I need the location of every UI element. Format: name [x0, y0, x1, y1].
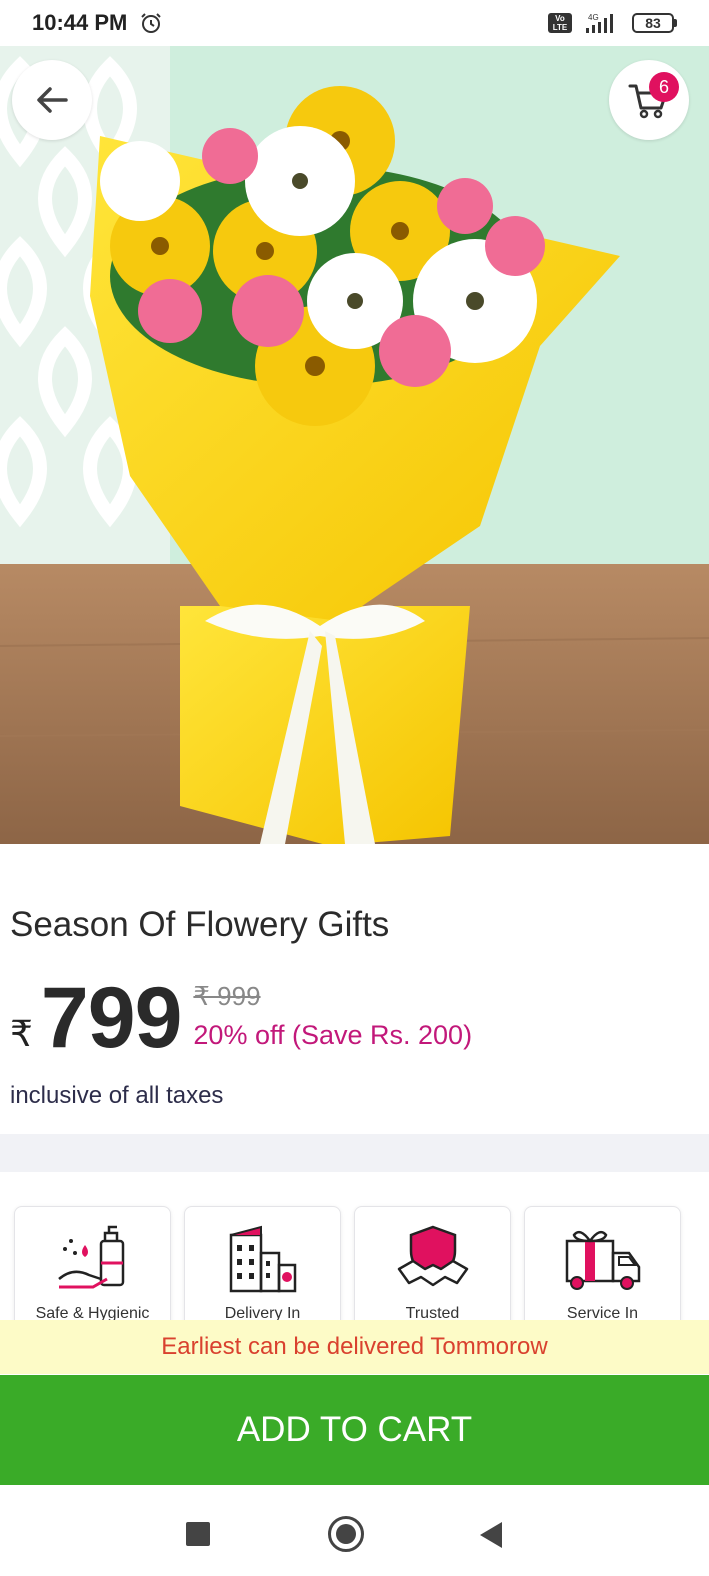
section-divider [0, 1134, 709, 1172]
alarm-clock-icon [141, 13, 162, 33]
cart-button[interactable]: 6 [609, 60, 689, 140]
delivery-estimate-bar: Earliest can be delivered Tommorow [0, 1320, 709, 1374]
status-icons: Vo LTE 4G 83 [548, 12, 677, 34]
currency-symbol: ₹ [10, 1013, 33, 1054]
recents-icon[interactable] [186, 1522, 210, 1546]
network-type-label: 4G [588, 13, 599, 22]
battery-icon: 83 [632, 13, 677, 33]
product-image: 6 [0, 46, 709, 844]
selling-price: 799 [40, 970, 182, 1066]
product-title: Season Of Flowery Gifts [10, 905, 390, 944]
handshake-shield-icon [397, 1225, 469, 1287]
status-bar: 10:44 PM Vo LTE 4G 83 [0, 0, 709, 46]
price-row: ₹ 799 ₹ 999 20% off (Save Rs. 200) [10, 975, 472, 1065]
signal-icon: 4G [586, 13, 613, 33]
gift-truck-icon [565, 1230, 641, 1290]
back-button[interactable] [12, 60, 92, 140]
original-price: ₹ 999 [193, 981, 261, 1011]
back-nav-icon[interactable] [480, 1522, 502, 1548]
flower-bouquet-image [0, 46, 709, 844]
price-details: ₹ 999 20% off (Save Rs. 200) [193, 981, 472, 1051]
system-nav-bar [0, 1486, 709, 1576]
home-icon[interactable] [328, 1516, 364, 1552]
discount-text: 20% off (Save Rs. 200) [193, 1020, 473, 1050]
add-to-cart-button[interactable]: ADD TO CART [0, 1375, 709, 1485]
arrow-left-icon [37, 87, 68, 113]
cart-count-badge: 6 [649, 72, 679, 102]
volte-icon: Vo LTE [548, 13, 572, 33]
tax-note: inclusive of all taxes [10, 1082, 224, 1109]
status-time: 10:44 PM [32, 10, 128, 35]
city-buildings-icon [229, 1225, 297, 1293]
battery-level: 83 [632, 13, 674, 33]
sanitizer-hand-icon [58, 1225, 125, 1289]
